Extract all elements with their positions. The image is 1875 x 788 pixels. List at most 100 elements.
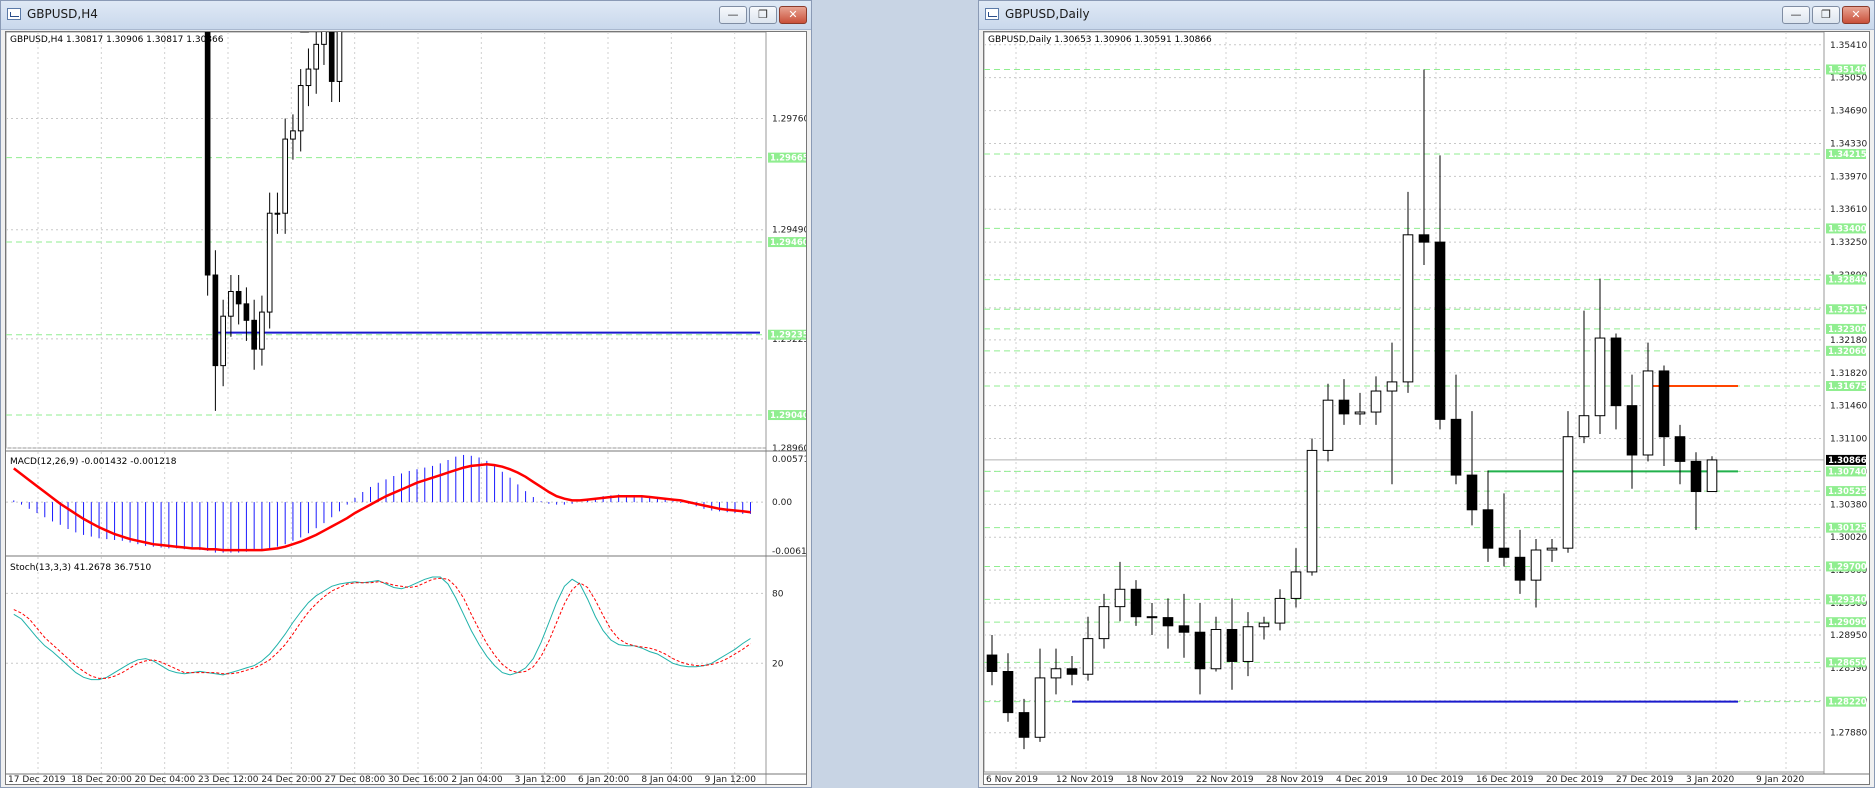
maximize-button[interactable]: ❐: [1812, 6, 1840, 24]
candle-bear: [1658, 370, 1670, 438]
x-tick-label: 9 Jan 12:00: [705, 775, 757, 785]
price-label: 1.30740: [1828, 467, 1867, 477]
candle-bear: [1162, 617, 1174, 627]
chart-info-line: GBPUSD,Daily 1.30653 1.30906 1.30591 1.3…: [988, 35, 1212, 45]
candle-bear: [1194, 631, 1206, 670]
candle-bear: [1018, 712, 1030, 738]
candle-bull: [1402, 234, 1414, 383]
x-tick-label: 17 Dec 2019: [8, 775, 66, 785]
minimize-button[interactable]: —: [719, 6, 747, 24]
h4-chart-svg[interactable]: 1.297601.294901.292251.289601.296651.294…: [6, 32, 807, 785]
price-label: 1.32060: [1828, 347, 1867, 357]
price-label: 1.34215: [1828, 150, 1867, 160]
candle-bear: [1690, 460, 1702, 493]
y-tick-label: 1.35410: [1830, 41, 1867, 51]
window-title: GBPUSD,Daily: [1005, 7, 1090, 21]
candle-bull: [1034, 677, 1046, 738]
candle-bear: [251, 319, 257, 350]
price-label: 1.29340: [1828, 595, 1867, 605]
x-tick-label: 27 Dec 2019: [1616, 775, 1674, 785]
minimize-icon: —: [1790, 8, 1802, 21]
x-tick-label: 24 Dec 20:00: [261, 775, 322, 785]
candle-bear: [204, 32, 211, 276]
y-tick-label: 1.33250: [1830, 238, 1867, 248]
x-tick-label: 9 Jan 2020: [1756, 775, 1804, 785]
candle-bear: [1626, 405, 1638, 456]
stoch-y-tick: 80: [772, 589, 784, 599]
price-label: 1.29090: [1828, 618, 1867, 628]
y-tick-label: 1.28960: [772, 444, 807, 454]
y-tick-label: 1.28950: [1830, 631, 1867, 641]
macd-y-tick: 0.005713: [772, 455, 807, 465]
macd-y-tick: 0.00: [772, 498, 792, 508]
candle-bear: [1002, 671, 1014, 714]
candle-bull: [1370, 390, 1382, 413]
chart-area-daily[interactable]: 1.35410 1.35050 1.34690 1.34330 1.33970 1.336…: [983, 31, 1870, 785]
candle-bear: [1338, 399, 1350, 415]
x-tick-label: 18 Dec 20:00: [71, 775, 132, 785]
x-tick-label: 16 Dec 2019: [1476, 775, 1534, 785]
candle-bull: [1578, 415, 1590, 438]
price-label: 1.31675: [1828, 382, 1867, 392]
candle-bear: [986, 654, 998, 673]
price-label: 1.32840: [1828, 276, 1867, 286]
x-tick-label: 27 Dec 08:00: [325, 775, 386, 785]
chart-window-daily-frame[interactable]: GBPUSD,Daily — ❐ ✕ 1.35410 1.35050 1.34690…: [978, 0, 1875, 788]
x-tick-label: 28 Nov 2019: [1266, 775, 1324, 785]
close-button[interactable]: ✕: [779, 6, 807, 24]
y-tick-label: 1.33970: [1830, 172, 1867, 182]
candle-bear: [243, 303, 250, 321]
y-tick-label: 1.31820: [1830, 369, 1867, 379]
candle-bull: [1210, 628, 1222, 670]
close-button[interactable]: ✕: [1842, 6, 1870, 24]
chart-window-icon: [7, 8, 21, 20]
price-label: 1.28220: [1828, 698, 1867, 708]
daily-chart-svg[interactable]: 1.354101.350501.346901.343301.339701.336…: [984, 32, 1870, 785]
candle-bull: [336, 32, 343, 82]
candle-bear: [235, 290, 242, 305]
candle-bull: [1082, 638, 1094, 675]
stoch-label: Stoch(13,3,3) 41.2678 36.7510: [10, 563, 151, 573]
candle-bear: [1498, 547, 1510, 558]
price-label: 1.33400: [1828, 224, 1867, 234]
candle-bull: [321, 32, 327, 45]
maximize-icon: ❐: [758, 8, 768, 21]
macd-signal-line: [13, 462, 751, 552]
maximize-icon: ❐: [1821, 8, 1831, 21]
candle-bull: [305, 68, 312, 87]
candle-bear: [1226, 628, 1238, 662]
x-tick-label: 22 Nov 2019: [1196, 775, 1254, 785]
y-tick-label: 1.29490: [772, 226, 807, 236]
price-label: 1.29040: [770, 411, 807, 421]
y-tick-label: 1.32180: [1830, 336, 1867, 346]
candle-bear: [328, 32, 335, 82]
x-tick-label: 20 Dec 2019: [1546, 775, 1604, 785]
x-tick-label: 10 Dec 2019: [1406, 775, 1464, 785]
chart-window-h4[interactable]: GBPUSD,H4 — ❐ ✕ 1.29760 1.29490 1.29225 1.2…: [0, 0, 812, 788]
window-titlebar[interactable]: GBPUSD,Daily — ❐ ✕: [979, 1, 1874, 30]
price-label: 1.35140: [1828, 65, 1867, 75]
window-titlebar[interactable]: GBPUSD,H4 — ❐ ✕: [1, 1, 811, 30]
price-label: 1.30525: [1828, 487, 1867, 497]
candle-bear: [212, 274, 219, 367]
price-label: 1.29235: [770, 331, 807, 341]
y-tick-label: 1.31100: [1830, 435, 1867, 445]
candle-bull: [1098, 606, 1110, 640]
candle-bull: [1050, 668, 1062, 679]
y-tick-label: 1.33610: [1830, 205, 1867, 215]
candle-bear: [1418, 234, 1430, 243]
minimize-button[interactable]: —: [1782, 6, 1810, 24]
candle-bear: [1434, 241, 1446, 420]
price-label: 1.32300: [1828, 325, 1867, 335]
price-label: 1.32515: [1828, 305, 1867, 315]
maximize-button[interactable]: ❐: [749, 6, 777, 24]
candle-bull: [259, 311, 265, 350]
price-label: 1.29700: [1828, 562, 1867, 572]
chart-area-h4[interactable]: 1.29760 1.29490 1.29225 1.28960 1.29665 1.294…: [5, 31, 807, 785]
candle-bear: [1450, 418, 1462, 476]
minimize-icon: —: [727, 8, 739, 21]
macd-label: MACD(12,26,9) -0.001432 -0.001218: [10, 457, 177, 467]
y-tick-label: 1.34330: [1830, 139, 1867, 149]
candle-bull: [1114, 588, 1126, 608]
candle-bull: [282, 138, 289, 214]
